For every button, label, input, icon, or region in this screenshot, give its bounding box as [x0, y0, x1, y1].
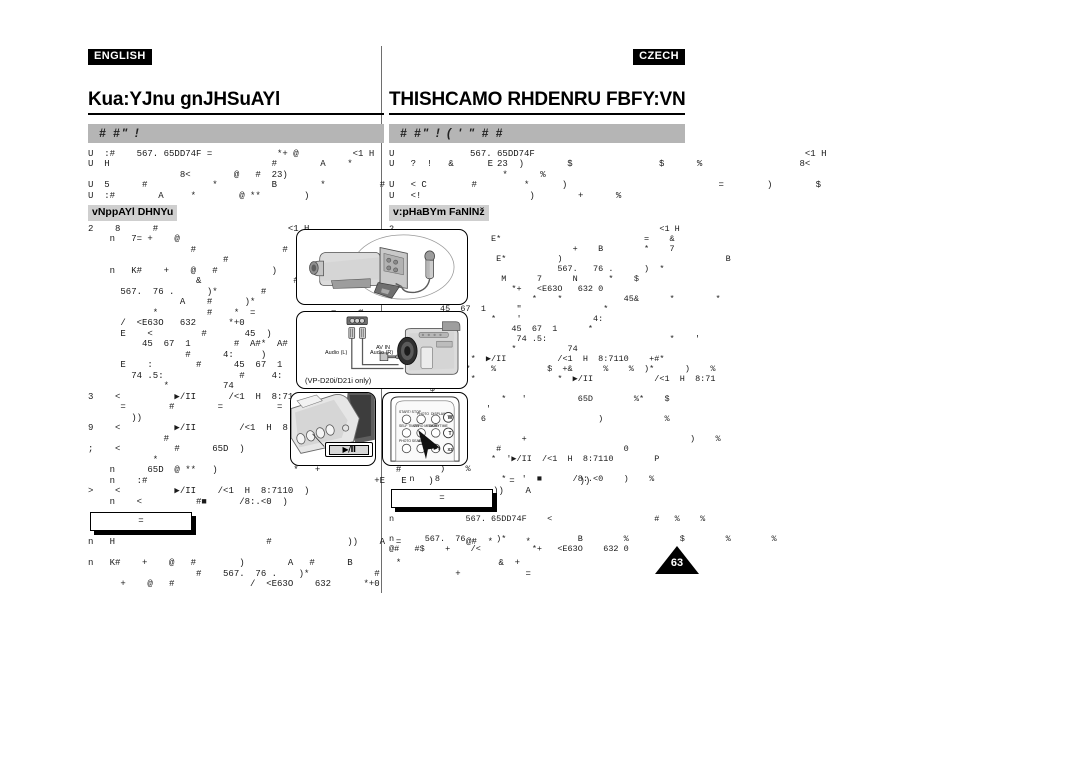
remote-key-audio-dub: A.DUB [417, 439, 429, 443]
section-band-english: # #" ! [88, 123, 384, 143]
remote-control-drawing [390, 396, 460, 462]
title-rule-english [88, 112, 384, 115]
section-band-czech: # #" ! ( ' " # # [389, 123, 685, 143]
illustration-camcorder-microphone [296, 229, 468, 305]
av-panel-caption: (VP-D20i/D21i only) [305, 376, 372, 385]
subsection-heading-english: vNppAYl DHNYu [88, 205, 178, 221]
illustration-remote-control: START/ STOP PHOTO DISPLAY SELF TIMER ZER… [382, 392, 468, 466]
language-badge-english: ENGLISH [88, 49, 152, 65]
note-box-czech: = [391, 488, 497, 512]
camcorder-microphone-drawing [309, 234, 455, 300]
page-title-english: Kua:YJnu gnJHSuAYl [88, 89, 281, 110]
note-box-label-english: = [138, 516, 144, 526]
play-still-button-glyph: ▶/II [329, 444, 369, 455]
subsection-heading-czech: v:pHaBYm FaNlNž [389, 205, 489, 221]
play-still-callout: ▶/II [325, 442, 373, 457]
manual-page: ENGLISH Kua:YJnu gnJHSuAYl # #" ! U :# 5… [0, 0, 1080, 763]
remote-zoom-wide-label: W [447, 415, 453, 421]
remote-zoom-x2-label: X2 [447, 447, 453, 452]
title-rule-czech [389, 112, 685, 115]
body-block-3-czech: n 567. 65DD74F < # % % n 567. 76 . )* B … [389, 513, 777, 554]
page-title-czech: THISHCAMO RHDENRU FBFY:VN [389, 89, 686, 110]
page-number-badge: 63 [655, 546, 699, 574]
page-number-value: 63 [670, 557, 684, 569]
note-box-face-czech: = [391, 488, 493, 508]
intro-text-czech: U 567. 65DD74F <1 H U ? ! & 23 ) $ $ % 8… [389, 148, 827, 201]
intro-text-english: U :# 567. 65DD74F = *+ @ <1 H U H # A * … [88, 148, 494, 201]
remote-zoom-tele-label: T [448, 431, 452, 437]
note-box-face-english: = [90, 512, 192, 531]
illustration-av-connection: Audio (L) Audio (R) AV IN (VP-D20i/D21i … [296, 311, 468, 389]
english-badge-row: ENGLISH [88, 46, 384, 90]
remote-key-date-time: DATE/ TIME [429, 424, 448, 428]
illustration-camcorder-side-buttons: ▶/II [290, 392, 376, 466]
av-in-label: AV IN [376, 345, 390, 351]
note-box-label-czech: = [439, 492, 445, 503]
czech-badge-row: CZECH [389, 46, 685, 90]
note-box-english: = [90, 512, 196, 535]
language-badge-czech: CZECH [633, 49, 685, 65]
body-block-3-english: n H # )) A = @# * * n K# + @ # ) A # B *… [88, 537, 531, 589]
audio-l-label: Audio (L) [325, 350, 348, 356]
